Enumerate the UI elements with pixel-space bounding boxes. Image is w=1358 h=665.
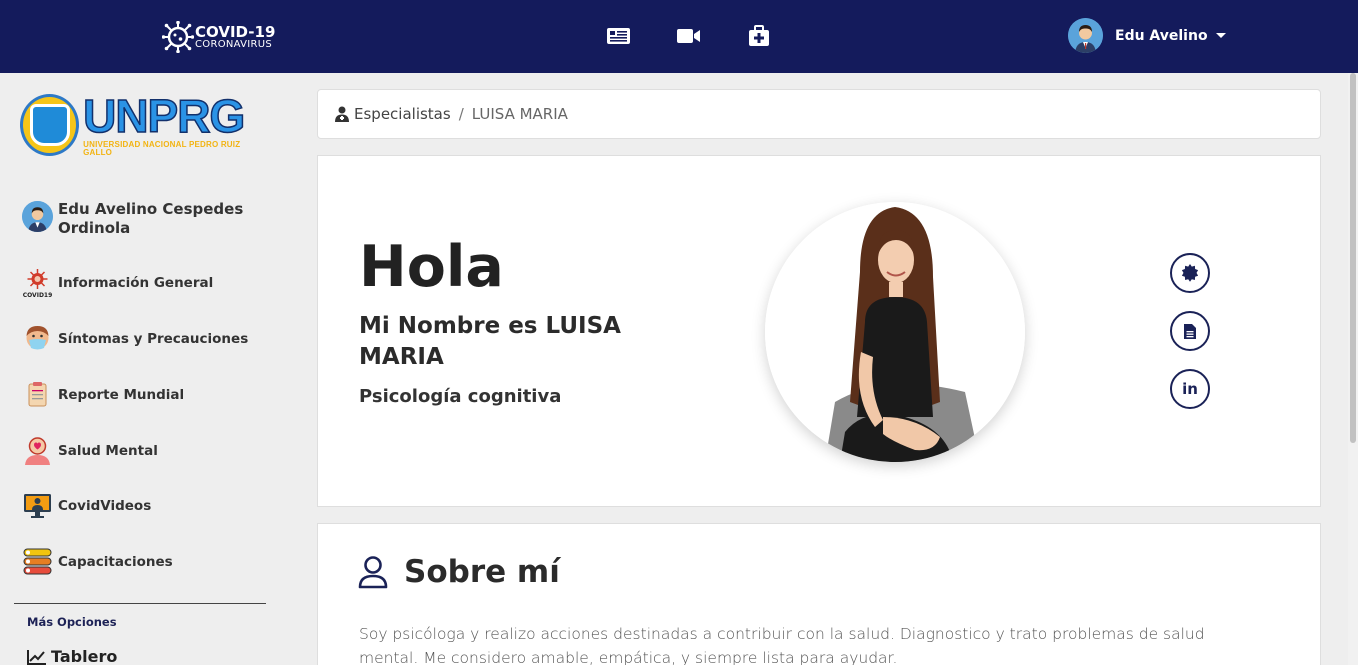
video-icon[interactable] (676, 24, 701, 48)
sidebar-item-label: Salud Mental (58, 442, 158, 459)
breadcrumb-especialistas-link[interactable]: Especialistas (354, 105, 451, 123)
sidebar-item-label: Síntomas y Precauciones (58, 330, 249, 347)
sidebar: UNPRG UNIVERSIDAD NACIONAL PEDRO RUIZ GA… (0, 73, 282, 665)
sidebar-item-label: Tablero (51, 647, 118, 665)
user-outline-icon (358, 555, 388, 588)
mask-person-icon (22, 323, 53, 354)
sidebar-item-salud-mental[interactable]: Salud Mental (22, 435, 158, 466)
logo-title: UNPRG (82, 90, 246, 142)
about-card: Sobre mí Soy psicóloga y realizo accione… (317, 523, 1321, 665)
avatar (22, 201, 53, 232)
sidebar-profile[interactable]: Edu Avelino Cespedes Ordinola (22, 200, 272, 238)
clipboard-report-icon (22, 379, 53, 410)
linkedin-icon: in (1182, 380, 1198, 398)
top-navbar: COVID-19 CORONAVIRUS Edu Avelino (0, 0, 1358, 73)
doctor-icon (335, 106, 349, 122)
training-list-icon (22, 546, 53, 577)
sidebar-item-covidvideos[interactable]: CovidVideos (22, 490, 151, 521)
unprg-logo[interactable]: UNPRG UNIVERSIDAD NACIONAL PEDRO RUIZ GA… (20, 85, 262, 165)
more-options-heading: Más Opciones (27, 615, 117, 629)
specialist-specialty: Psicología cognitiva (359, 386, 562, 407)
linkedin-icon-button[interactable]: in (1170, 369, 1210, 409)
svg-text:COVID19: COVID19 (23, 292, 53, 298)
sidebar-item-informacion-general[interactable]: COVID19 Información General (22, 267, 213, 298)
about-header: Sobre mí (358, 554, 560, 590)
specialist-name: Mi Nombre es LUISA MARIA (359, 313, 621, 370)
logo-subtitle: UNIVERSIDAD NACIONAL PEDRO RUIZ GALLO (83, 140, 241, 157)
user-name: Edu Avelino (1115, 27, 1208, 44)
sidebar-item-label: Información General (58, 274, 214, 291)
breadcrumb-current: LUISA MARIA (471, 105, 568, 123)
sidebar-divider (14, 603, 266, 604)
nav-icon-group (606, 24, 771, 48)
university-seal-icon (20, 94, 80, 156)
badge-icon-button[interactable] (1170, 253, 1210, 293)
about-title: Sobre mí (404, 554, 560, 590)
sidebar-item-label: Capacitaciones (58, 553, 173, 570)
video-screen-icon (22, 490, 53, 521)
covid19-icon: COVID19 (22, 267, 53, 298)
sidebar-item-label: CovidVideos (58, 497, 152, 514)
specialist-profile-card: Hola Mi Nombre es LUISA MARIA Psicología… (317, 155, 1321, 507)
news-icon[interactable] (606, 24, 631, 48)
logo-text: UNPRG UNIVERSIDAD NACIONAL PEDRO RUIZ GA… (82, 90, 262, 157)
brand-subtitle: CORONAVIRUS (195, 38, 273, 50)
sidebar-item-sintomas[interactable]: Síntomas y Precauciones (22, 323, 248, 354)
badge-icon (1181, 264, 1199, 282)
first-aid-kit-icon[interactable] (746, 24, 771, 48)
document-icon (1184, 323, 1196, 339)
brand-text: COVID-19 CORONAVIRUS (195, 22, 276, 50)
breadcrumb: Especialistas / LUISA MARIA (317, 89, 1321, 139)
chevron-down-icon (1215, 33, 1226, 38)
breadcrumb-separator: / (458, 105, 464, 123)
sidebar-item-reporte-mundial[interactable]: Reporte Mundial (22, 379, 184, 410)
document-icon-button[interactable] (1170, 311, 1210, 351)
sidebar-item-label: Reporte Mundial (58, 386, 185, 403)
about-description: Soy psicóloga y realizo acciones destina… (359, 625, 1205, 665)
line-chart-icon (27, 649, 46, 665)
page-scrollbar[interactable] (1348, 73, 1358, 665)
avatar (1068, 18, 1103, 53)
specialist-photo (765, 202, 1025, 462)
virus-icon (162, 21, 194, 53)
sidebar-item-capacitaciones[interactable]: Capacitaciones (22, 546, 173, 577)
user-menu-dropdown[interactable]: Edu Avelino (1068, 18, 1226, 53)
brand-logo[interactable]: COVID-19 CORONAVIRUS (162, 14, 282, 60)
brand-title: COVID-19 (195, 22, 276, 41)
sidebar-item-tablero[interactable]: Tablero (27, 647, 117, 665)
greeting-heading: Hola (359, 234, 504, 300)
scrollbar-thumb[interactable] (1350, 73, 1356, 443)
mental-health-icon (22, 435, 53, 466)
sidebar-profile-name: Edu Avelino Cespedes Ordinola (58, 200, 244, 237)
